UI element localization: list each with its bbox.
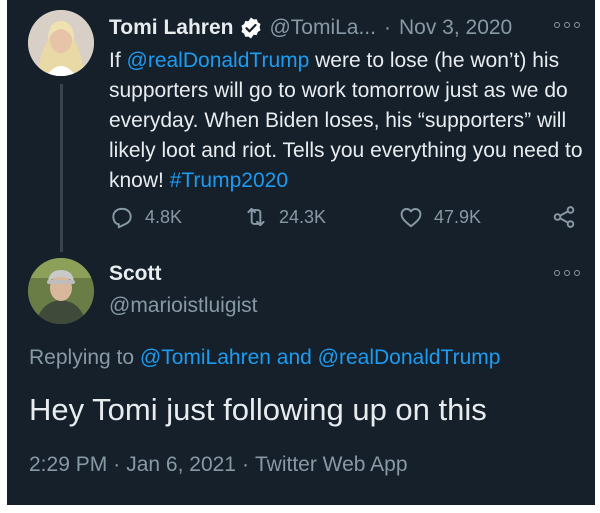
reply-metadata: 2:29 PM · Jan 6, 2021 · Twitter Web App <box>29 453 408 477</box>
retweet-count: 24.3K <box>279 206 327 227</box>
handle[interactable]: @TomiLa... <box>269 16 376 40</box>
reply-display-name[interactable]: Scott <box>109 262 162 286</box>
replying-to-label: Replying to <box>29 346 140 369</box>
avatar-scott[interactable] <box>28 258 94 324</box>
tweet-date[interactable]: Nov 3, 2020 <box>399 16 512 40</box>
more-horizontal-icon[interactable] <box>554 20 580 30</box>
like-button[interactable]: 47.9K <box>398 204 481 230</box>
retweet-icon <box>247 207 265 227</box>
thread-connector-line <box>60 84 63 252</box>
mention-link[interactable]: @TomiLahren <box>140 346 271 369</box>
heart-icon <box>400 208 422 228</box>
replying-to-line: Replying to @TomiLahren and @realDonaldT… <box>29 346 500 370</box>
reply-handle[interactable]: @marioistluigist <box>109 294 258 318</box>
reply-button[interactable]: 4.8K <box>109 204 182 230</box>
avatar-image <box>28 258 94 324</box>
mention-link[interactable]: @realDonaldTrump <box>127 49 310 72</box>
tweet-actions-bar: 4.8K 24.3K 47.9K <box>109 204 589 234</box>
reply-tweet-text: Hey Tomi just following up on this <box>29 392 487 427</box>
replying-and-text: and <box>270 346 318 369</box>
more-horizontal-icon[interactable] <box>554 268 580 278</box>
tweet-text-segment: If <box>109 49 127 72</box>
display-name[interactable]: Tomi Lahren <box>109 16 233 40</box>
reply-count: 4.8K <box>145 206 183 227</box>
verified-badge-icon <box>239 16 263 40</box>
avatar-tomi-lahren[interactable] <box>28 10 94 76</box>
separator-dot: · <box>383 16 391 39</box>
separator-dot: · <box>113 453 121 476</box>
tweet-text: If @realDonaldTrump were to lose (he won… <box>109 46 587 196</box>
reply-icon <box>112 207 132 229</box>
mention-link[interactable]: @realDonaldTrump <box>318 346 501 369</box>
reply-time[interactable]: 2:29 PM <box>29 453 107 476</box>
reply-source[interactable]: Twitter Web App <box>255 453 408 476</box>
tweet-thread-screenshot: Tomi Lahren @TomiLa... · Nov 3, 2020 If … <box>7 0 595 505</box>
reply-date[interactable]: Jan 6, 2021 <box>126 453 236 476</box>
retweet-button[interactable]: 24.3K <box>243 204 326 230</box>
avatar-image <box>28 10 94 76</box>
separator-dot: · <box>241 453 249 476</box>
like-count: 47.9K <box>434 206 482 227</box>
share-button[interactable] <box>551 204 577 230</box>
tweet-header: Tomi Lahren @TomiLa... · Nov 3, 2020 <box>109 12 589 44</box>
share-icon <box>553 206 575 228</box>
hashtag-link[interactable]: #Trump2020 <box>170 169 288 192</box>
